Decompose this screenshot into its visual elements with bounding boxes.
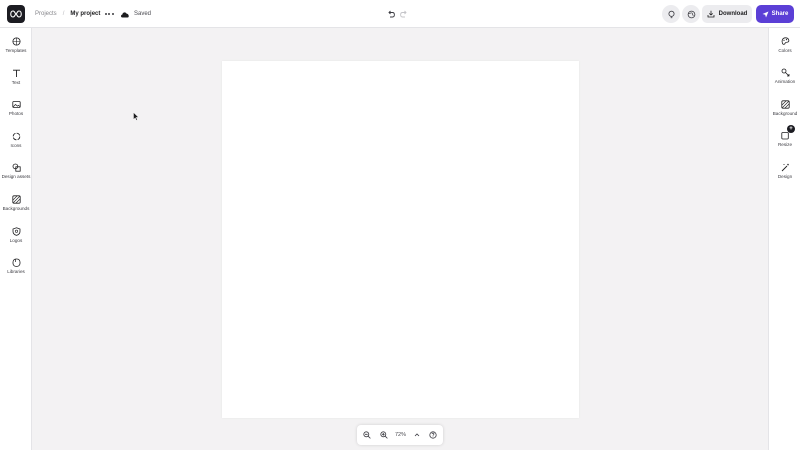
save-status-label: Saved: [134, 11, 152, 17]
app-logo[interactable]: [7, 5, 25, 23]
help-icon: [429, 431, 437, 439]
cloud-icon: [120, 11, 129, 17]
help-button[interactable]: [428, 430, 438, 440]
undo-icon: [387, 10, 395, 18]
sidebar-item-backgrounds[interactable]: Backgrounds: [0, 194, 32, 211]
zoom-toolbar: 72%: [357, 425, 443, 445]
backgrounds-icon: [11, 194, 21, 204]
sidebar-item-icons[interactable]: Icons: [0, 131, 32, 148]
sidebar-item-label: Background: [772, 111, 798, 116]
background-icon: [780, 99, 790, 109]
sidebar-item-label: Templates: [5, 48, 27, 53]
sidebar-item-photos[interactable]: Photos: [0, 99, 32, 116]
send-icon: [762, 11, 769, 17]
sidebar-item-text[interactable]: Text: [0, 68, 32, 85]
download-icon: [707, 10, 715, 18]
sidebar-item-resize[interactable]: + Resize: [769, 125, 800, 147]
sidebar-item-colors[interactable]: Colors: [769, 36, 800, 53]
sidebar-item-label: Icons: [10, 143, 22, 148]
sidebar-item-logos[interactable]: Logos: [0, 226, 32, 243]
download-button[interactable]: Download: [702, 5, 752, 23]
sidebar-item-label: Colors: [778, 48, 792, 53]
sidebar-item-label: Backgrounds: [2, 206, 30, 211]
redo-button[interactable]: [397, 8, 409, 20]
zoom-in-button[interactable]: [379, 430, 389, 440]
globe-icon: [687, 10, 695, 18]
save-status: Saved: [120, 0, 151, 28]
sidebar-item-label: Libraries: [7, 269, 25, 274]
design-canvas-page[interactable]: [222, 61, 579, 418]
animation-icon: [781, 68, 789, 76]
breadcrumb: Projects / My project: [35, 0, 100, 28]
share-button[interactable]: Share: [756, 5, 794, 23]
templates-icon: [12, 37, 20, 45]
sidebar-item-design[interactable]: Design: [769, 162, 800, 179]
photos-icon: [11, 100, 21, 108]
logos-icon: [12, 226, 20, 236]
icons-icon: [12, 132, 20, 140]
chevron-up-icon: [414, 433, 420, 437]
ideas-button[interactable]: [662, 5, 680, 23]
breadcrumb-projects-link[interactable]: Projects: [35, 11, 57, 17]
project-name[interactable]: My project: [70, 11, 100, 17]
sidebar-item-label: Animation: [774, 79, 796, 84]
sidebar-item-templates[interactable]: Templates: [0, 36, 32, 53]
sidebar-item-design-assets[interactable]: Design assets: [0, 162, 32, 179]
zoom-in-icon: [380, 431, 388, 439]
right-tool-sidebar: Colors Animation Background + Resize Des…: [768, 28, 800, 450]
sidebar-item-label: Design: [777, 174, 793, 179]
zoom-out-icon: [363, 431, 371, 439]
sidebar-item-label: Text: [11, 80, 21, 85]
sidebar-item-label: Resize: [777, 142, 793, 147]
sidebar-item-label: Design assets: [1, 174, 31, 179]
redo-icon: [399, 10, 407, 18]
zoom-options-button[interactable]: [412, 430, 422, 440]
lightbulb-icon: [668, 10, 674, 18]
collaborate-button[interactable]: [682, 5, 700, 23]
sidebar-item-animation[interactable]: Animation: [769, 67, 800, 84]
mouse-cursor-icon: [133, 112, 139, 121]
magic-wand-icon: [781, 163, 789, 171]
breadcrumb-separator: /: [62, 11, 65, 17]
logo-icon: [10, 10, 22, 18]
sidebar-item-libraries[interactable]: Libraries: [0, 257, 32, 274]
left-tool-sidebar: Templates Text Photos Icons Design asset…: [0, 28, 32, 450]
text-icon: [12, 69, 20, 77]
top-bar: Projects / My project Saved Download Sha…: [0, 0, 800, 28]
libraries-icon: [12, 258, 20, 267]
sidebar-item-background[interactable]: Background: [769, 99, 800, 116]
plus-badge-icon: +: [787, 125, 795, 133]
design-assets-icon: [12, 163, 21, 172]
download-label: Download: [718, 11, 748, 17]
undo-button[interactable]: [385, 8, 397, 20]
more-options-button[interactable]: [102, 8, 116, 20]
more-dots-icon: [104, 13, 107, 15]
zoom-level-value[interactable]: 72%: [395, 425, 406, 445]
sidebar-item-label: Photos: [8, 111, 24, 116]
share-label: Share: [771, 11, 789, 17]
palette-icon: [781, 36, 789, 45]
sidebar-item-label: Logos: [9, 238, 23, 243]
zoom-out-button[interactable]: [362, 430, 372, 440]
